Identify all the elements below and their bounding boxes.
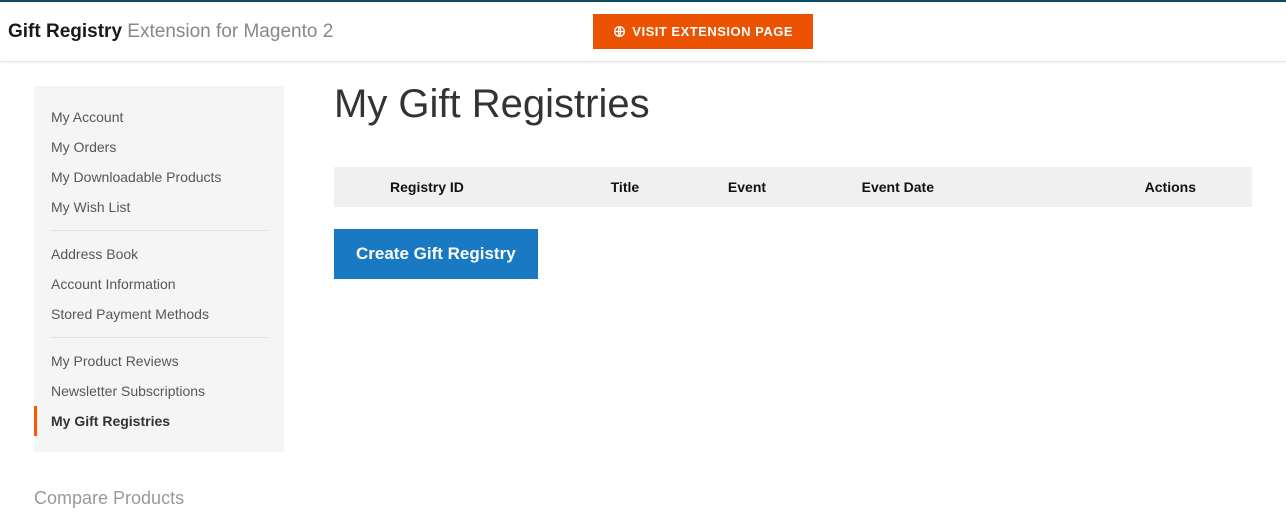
sidebar-item-payment-methods[interactable]: Stored Payment Methods bbox=[51, 299, 267, 329]
sidebar-group-1: My Account My Orders My Downloadable Pro… bbox=[34, 102, 284, 222]
header-title-strong: Gift Registry bbox=[8, 21, 122, 42]
sidebar-item-address-book[interactable]: Address Book bbox=[51, 239, 267, 269]
create-gift-registry-button[interactable]: Create Gift Registry bbox=[334, 229, 538, 279]
col-event: Event bbox=[708, 167, 842, 207]
sidebar-group-3: My Product Reviews Newsletter Subscripti… bbox=[34, 346, 284, 436]
header-title-light: Extension for Magento 2 bbox=[122, 21, 333, 42]
header-bar: Gift Registry Extension for Magento 2 VI… bbox=[0, 2, 1286, 62]
col-event-date: Event Date bbox=[842, 167, 1034, 207]
col-actions: Actions bbox=[1034, 167, 1252, 207]
sidebar-item-my-orders[interactable]: My Orders bbox=[51, 132, 267, 162]
sidebar-item-reviews[interactable]: My Product Reviews bbox=[51, 346, 267, 376]
table-header-row: Registry ID Title Event Event Date Actio… bbox=[334, 167, 1252, 207]
page-title: My Gift Registries bbox=[334, 82, 1252, 127]
sidebar-item-downloadable[interactable]: My Downloadable Products bbox=[51, 162, 267, 192]
col-registry-id: Registry ID bbox=[334, 167, 591, 207]
main-content: My Gift Registries Registry ID Title Eve… bbox=[334, 86, 1252, 279]
visit-extension-button[interactable]: VISIT EXTENSION PAGE bbox=[593, 14, 813, 49]
visit-extension-label: VISIT EXTENSION PAGE bbox=[632, 24, 793, 39]
content-wrap: My Account My Orders My Downloadable Pro… bbox=[0, 62, 1286, 476]
compare-products-heading: Compare Products bbox=[0, 488, 1286, 509]
sidebar-group-2: Address Book Account Information Stored … bbox=[34, 239, 284, 329]
header-title: Gift Registry Extension for Magento 2 bbox=[8, 21, 333, 43]
globe-icon bbox=[613, 25, 626, 38]
col-title: Title bbox=[591, 167, 708, 207]
sidebar-divider bbox=[51, 230, 267, 231]
sidebar-item-my-account[interactable]: My Account bbox=[51, 102, 267, 132]
sidebar-divider bbox=[51, 337, 267, 338]
account-sidebar: My Account My Orders My Downloadable Pro… bbox=[34, 86, 284, 452]
sidebar-item-wish-list[interactable]: My Wish List bbox=[51, 192, 267, 222]
registries-table: Registry ID Title Event Event Date Actio… bbox=[334, 167, 1252, 207]
sidebar-item-gift-registries[interactable]: My Gift Registries bbox=[34, 406, 267, 436]
sidebar-item-account-info[interactable]: Account Information bbox=[51, 269, 267, 299]
sidebar-item-newsletter[interactable]: Newsletter Subscriptions bbox=[51, 376, 267, 406]
